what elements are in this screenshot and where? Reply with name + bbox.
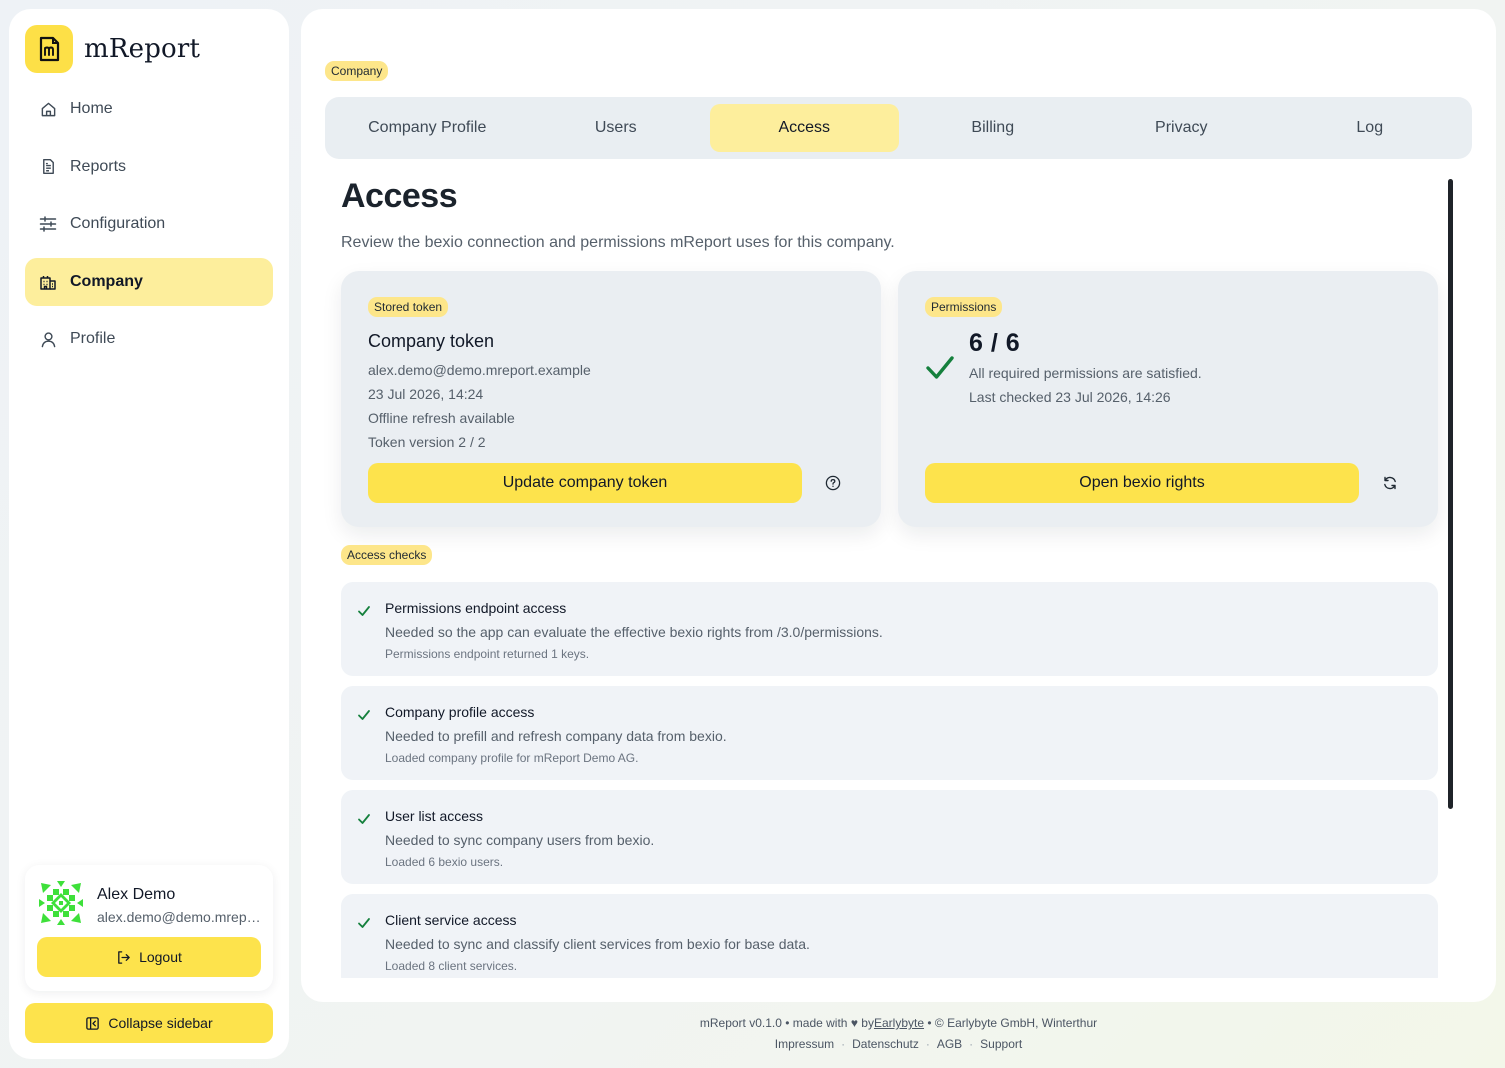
building-icon (39, 273, 57, 291)
stored-token-chip: Stored token (368, 297, 449, 317)
page-subtitle: Review the bexio connection and permissi… (341, 234, 895, 251)
footer-version: mReport v0.1.0 • made with (699, 1016, 848, 1030)
mreport-logo-icon (25, 25, 73, 73)
logout-icon (116, 950, 131, 965)
main-panel: Company Company Profile Users Access Bil… (301, 9, 1496, 1002)
avatar[interactable] (37, 879, 85, 927)
permissions-count: 6 / 6 (969, 329, 1021, 357)
permissions-chip: Permissions (925, 297, 1003, 317)
token-version: Token version 2 / 2 (368, 434, 486, 450)
heart-icon: ♥ (850, 1016, 858, 1030)
tab-company-profile[interactable]: Company Profile (333, 104, 522, 152)
logout-label: Logout (139, 949, 182, 965)
list-item: Client service access Needed to sync and… (341, 894, 1438, 978)
token-refresh-status: Offline refresh available (368, 410, 515, 426)
collapse-sidebar-label: Collapse sidebar (108, 1015, 213, 1031)
separator: · (841, 1037, 846, 1051)
check-icon (357, 916, 371, 930)
check-description: Needed so the app can evaluate the effec… (385, 624, 883, 640)
tab-bar: Company Profile Users Access Billing Pri… (325, 97, 1472, 159)
sidebar-item-profile[interactable]: Profile (25, 315, 273, 363)
refresh-icon[interactable] (1378, 471, 1402, 495)
footer-links: Impressum · Datenschutz · AGB · Support (301, 1037, 1496, 1052)
sidebar-item-label: Reports (70, 157, 127, 175)
document-icon (39, 158, 57, 176)
breadcrumb: Company (325, 61, 389, 81)
user-email: alex.demo@demo.mreport.example (97, 909, 265, 925)
footer-credits: mReport v0.1.0 • made with ♥ byEarlybyte… (301, 1016, 1496, 1031)
collapse-sidebar-icon (85, 1016, 100, 1031)
check-icon (357, 708, 371, 722)
footer-link-agb[interactable]: AGB (937, 1037, 962, 1051)
separator: · (925, 1037, 930, 1051)
list-item: Permissions endpoint access Needed so th… (341, 582, 1438, 676)
check-note: Loaded company profile for mReport Demo … (385, 751, 639, 765)
brand[interactable]: mReport (25, 25, 200, 73)
check-icon (357, 604, 371, 618)
access-checks-chip: Access checks (341, 545, 433, 565)
tab-users[interactable]: Users (522, 104, 711, 152)
open-bexio-rights-button[interactable]: Open bexio rights (925, 463, 1359, 503)
tab-billing[interactable]: Billing (899, 104, 1088, 152)
home-icon (39, 100, 57, 118)
token-email: alex.demo@demo.mreport.example (368, 362, 591, 378)
tab-privacy[interactable]: Privacy (1087, 104, 1276, 152)
check-description: Needed to sync company users from bexio. (385, 832, 655, 848)
separator: · (969, 1037, 974, 1051)
check-title: User list access (385, 808, 484, 824)
permissions-card: Permissions 6 / 6 All required permissio… (898, 271, 1438, 527)
sidebar-item-label: Home (70, 100, 113, 117)
sidebar-item-company[interactable]: Company (25, 257, 273, 306)
check-description: Needed to sync and classify client servi… (385, 936, 810, 952)
footer-link-datenschutz[interactable]: Datenschutz (852, 1037, 919, 1051)
user-card: Alex Demo alex.demo@demo.mreport.example… (25, 865, 273, 991)
content-scroll-area[interactable]: Access Review the bexio connection and p… (301, 177, 1496, 978)
check-title: Client service access (385, 912, 517, 928)
permissions-last-checked: Last checked 23 Jul 2026, 14:26 (969, 389, 1171, 405)
footer-copyright: • © Earlybyte GmbH, Winterthur (927, 1016, 1098, 1030)
stored-token-card: Stored token Company token alex.demo@dem… (341, 271, 881, 527)
footer-by: by (861, 1016, 874, 1030)
footer: mReport v0.1.0 • made with ♥ byEarlybyte… (301, 1016, 1496, 1052)
sidebar-item-label: Configuration (70, 215, 166, 232)
token-title: Company token (368, 331, 495, 351)
scrollbar[interactable] (1448, 179, 1453, 809)
sidebar-item-home[interactable]: Home (25, 85, 273, 133)
sidebar-item-configuration[interactable]: Configuration (25, 200, 273, 248)
earlybyte-link[interactable]: Earlybyte (874, 1016, 924, 1030)
help-icon[interactable] (821, 471, 845, 495)
check-title: Permissions endpoint access (385, 600, 567, 616)
sliders-icon (39, 215, 57, 233)
tab-access[interactable]: Access (710, 104, 899, 152)
sidebar: mReport Home Reports Configuration Compa… (9, 9, 289, 1059)
check-icon (925, 353, 957, 385)
update-company-token-button[interactable]: Update company token (368, 463, 802, 503)
check-note: Loaded 8 client services. (385, 959, 518, 973)
user-icon (39, 330, 57, 348)
token-date: 23 Jul 2026, 14:24 (368, 386, 484, 402)
collapse-sidebar-button[interactable]: Collapse sidebar (25, 1003, 273, 1043)
tab-log[interactable]: Log (1276, 104, 1465, 152)
permissions-status: All required permissions are satisfied. (969, 365, 1202, 381)
brand-name: mReport (84, 34, 201, 64)
footer-link-impressum[interactable]: Impressum (775, 1037, 834, 1051)
sidebar-item-label: Profile (70, 330, 116, 347)
check-note: Loaded 6 bexio users. (385, 855, 504, 869)
check-icon (357, 812, 371, 826)
logout-button[interactable]: Logout (37, 937, 261, 977)
footer-link-support[interactable]: Support (980, 1037, 1022, 1051)
sidebar-item-reports[interactable]: Reports (25, 143, 273, 191)
page-title: Access (341, 177, 458, 215)
list-item: Company profile access Needed to prefill… (341, 686, 1438, 780)
sidebar-nav: Home Reports Configuration Company Profi… (25, 85, 273, 373)
sidebar-item-label: Company (70, 272, 143, 290)
list-item: User list access Needed to sync company … (341, 790, 1438, 884)
check-description: Needed to prefill and refresh company da… (385, 728, 727, 744)
check-note: Permissions endpoint returned 1 keys. (385, 647, 590, 661)
user-name: Alex Demo (97, 886, 176, 903)
check-title: Company profile access (385, 704, 535, 720)
